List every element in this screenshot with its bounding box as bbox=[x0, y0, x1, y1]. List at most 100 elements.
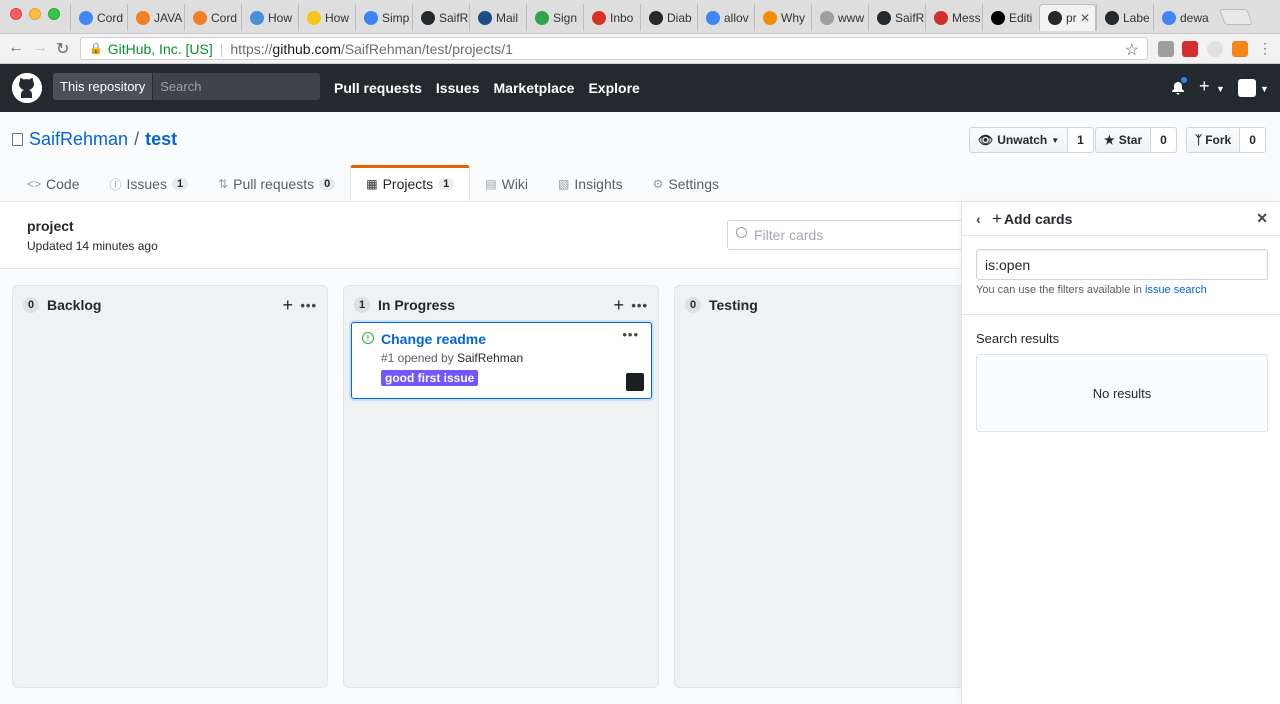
tab-insights[interactable]: ▧ Insights bbox=[543, 166, 638, 202]
browser-tab[interactable]: Cord bbox=[70, 4, 127, 31]
card-title-link[interactable]: Change readme bbox=[381, 331, 486, 347]
browser-tab[interactable]: Why bbox=[754, 4, 811, 31]
reload-icon[interactable]: ↻ bbox=[56, 39, 69, 59]
nav-explore[interactable]: Explore bbox=[588, 80, 639, 96]
watch-count[interactable]: 1 bbox=[1068, 127, 1094, 153]
filter-cards-input[interactable]: Filter cards bbox=[727, 220, 967, 250]
extension-icon[interactable] bbox=[1207, 41, 1223, 57]
browser-tab-title: Cord bbox=[211, 10, 238, 25]
column-menu-icon[interactable]: ••• bbox=[631, 298, 648, 313]
browser-tab[interactable]: Sign bbox=[526, 4, 583, 31]
browser-tab[interactable]: dewa bbox=[1153, 4, 1210, 31]
new-tab-button[interactable] bbox=[1219, 9, 1253, 25]
watch-group: 👁 Unwatch ▼ 1 bbox=[969, 127, 1094, 153]
repo-search[interactable]: This repository Search bbox=[53, 73, 320, 100]
project-name: project bbox=[27, 218, 74, 234]
metamask-icon[interactable] bbox=[1232, 41, 1248, 57]
browser-tab[interactable]: Inbo bbox=[583, 4, 640, 31]
tab-wiki[interactable]: ▤ Wiki bbox=[470, 166, 543, 202]
repo-icon bbox=[12, 133, 23, 146]
search-input[interactable]: Search bbox=[153, 73, 201, 100]
project-board: 0 Backlog + ••• 1 In Progress + ••• ! Ch… bbox=[0, 269, 962, 704]
tab-settings[interactable]: ⚙ Settings bbox=[638, 166, 734, 202]
bookmark-star-icon[interactable]: ☆ bbox=[1125, 40, 1139, 60]
create-new-icon[interactable]: + bbox=[1199, 76, 1210, 97]
star-button[interactable]: ★ Star bbox=[1095, 127, 1152, 153]
tab-pull-requests[interactable]: ⇅ Pull requests 0 bbox=[203, 166, 350, 202]
browser-tab[interactable]: Mess bbox=[925, 4, 982, 31]
star-count[interactable]: 0 bbox=[1151, 127, 1177, 153]
extension-icon[interactable] bbox=[1158, 41, 1174, 57]
filter-placeholder: Filter cards bbox=[754, 227, 824, 243]
unwatch-button[interactable]: 👁 Unwatch ▼ bbox=[969, 127, 1069, 153]
column-count: 0 bbox=[23, 297, 39, 313]
back-arrow-icon[interactable]: ← bbox=[8, 39, 24, 57]
browser-tab[interactable]: SaifR bbox=[412, 4, 469, 31]
site-icon bbox=[763, 10, 777, 25]
cors-extension-icon[interactable] bbox=[1182, 41, 1198, 57]
browser-tab-title: Cord bbox=[97, 10, 124, 25]
forward-arrow-icon[interactable]: → bbox=[32, 39, 48, 57]
card-menu-icon[interactable]: ••• bbox=[622, 327, 639, 342]
search-icon bbox=[736, 227, 747, 238]
add-card-icon[interactable]: + bbox=[613, 295, 624, 316]
add-card-icon[interactable]: + bbox=[282, 295, 293, 316]
browser-tab[interactable]: How bbox=[241, 4, 298, 31]
browser-tab[interactable]: Labe bbox=[1096, 4, 1153, 31]
browser-menu-icon[interactable]: ⋮ bbox=[1258, 40, 1272, 57]
issue-label[interactable]: good first issue bbox=[381, 370, 479, 386]
window-close-button[interactable] bbox=[10, 8, 22, 20]
issue-card[interactable]: ! Change readme #1 opened by SaifRehman … bbox=[351, 322, 652, 399]
repo-owner-link[interactable]: SaifRehman bbox=[29, 129, 128, 150]
browser-tab-title: Sign bbox=[553, 10, 578, 25]
avatar[interactable] bbox=[1238, 79, 1256, 97]
browser-tab[interactable]: JAVA bbox=[127, 4, 184, 31]
chevron-left-icon[interactable]: ‹ bbox=[976, 211, 981, 227]
fork-icon: ᛉ bbox=[1195, 133, 1203, 147]
tab-label: Wiki bbox=[501, 176, 529, 192]
browser-tab[interactable]: Simp bbox=[355, 4, 412, 31]
browser-tab-title: How bbox=[268, 10, 293, 25]
browser-tab[interactable]: SaifR bbox=[868, 4, 925, 31]
browser-tab[interactable]: pr ✕ bbox=[1039, 4, 1096, 31]
tab-issues[interactable]: ⓘ Issues 1 bbox=[94, 166, 203, 202]
browser-tab[interactable]: Cord bbox=[184, 4, 241, 31]
card-search-input[interactable]: is:open bbox=[976, 249, 1268, 280]
github-logo-icon[interactable] bbox=[12, 73, 42, 103]
github-icon bbox=[1048, 11, 1062, 25]
tab-counter: 0 bbox=[319, 178, 336, 190]
gmail-icon bbox=[592, 10, 606, 25]
close-icon[interactable]: ✕ bbox=[1256, 210, 1268, 227]
window-zoom-button[interactable] bbox=[48, 8, 60, 20]
window-minimize-button[interactable] bbox=[29, 8, 41, 20]
avatar[interactable] bbox=[626, 373, 644, 391]
column-menu-icon[interactable]: ••• bbox=[300, 298, 317, 313]
browser-tab-title: Diab bbox=[667, 10, 692, 25]
browser-tab[interactable]: www bbox=[811, 4, 868, 31]
browser-tab[interactable]: Editi bbox=[982, 4, 1039, 31]
browser-tab-strip: Cord JAVA Cord How How Simp SaifR Mail Sign Inbo D… bbox=[0, 0, 1280, 34]
tab-projects[interactable]: ▦ Projects 1 bbox=[350, 165, 471, 201]
nav-marketplace[interactable]: Marketplace bbox=[494, 80, 575, 96]
github-icon bbox=[1105, 10, 1119, 25]
nav-issues[interactable]: Issues bbox=[436, 80, 480, 96]
browser-tab[interactable]: How bbox=[298, 4, 355, 31]
fork-button[interactable]: ᛉ Fork bbox=[1186, 127, 1241, 153]
browser-tab[interactable]: Mail bbox=[469, 4, 526, 31]
fork-label: Fork bbox=[1205, 133, 1232, 147]
fork-count[interactable]: 0 bbox=[1240, 127, 1266, 153]
github-icon bbox=[649, 10, 663, 25]
repo-name-link[interactable]: test bbox=[145, 129, 177, 150]
nav-pull-requests[interactable]: Pull requests bbox=[334, 80, 422, 96]
tab-counter: 1 bbox=[438, 178, 455, 190]
browser-tab[interactable]: allov bbox=[697, 4, 754, 31]
card-author-link[interactable]: SaifRehman bbox=[457, 351, 523, 365]
issue-search-link[interactable]: issue search bbox=[1145, 284, 1207, 296]
url-input[interactable]: 🔒 GitHub, Inc. [US] | https://github.com… bbox=[80, 37, 1148, 60]
close-tab-icon[interactable]: ✕ bbox=[1080, 11, 1090, 25]
tab-code[interactable]: <> Code bbox=[12, 166, 94, 202]
browser-tab[interactable]: Diab bbox=[640, 4, 697, 31]
tab-label: Code bbox=[46, 176, 80, 192]
panel-header: ‹ + Add cards ✕ bbox=[962, 202, 1280, 236]
browser-tab-title: www bbox=[838, 10, 864, 25]
